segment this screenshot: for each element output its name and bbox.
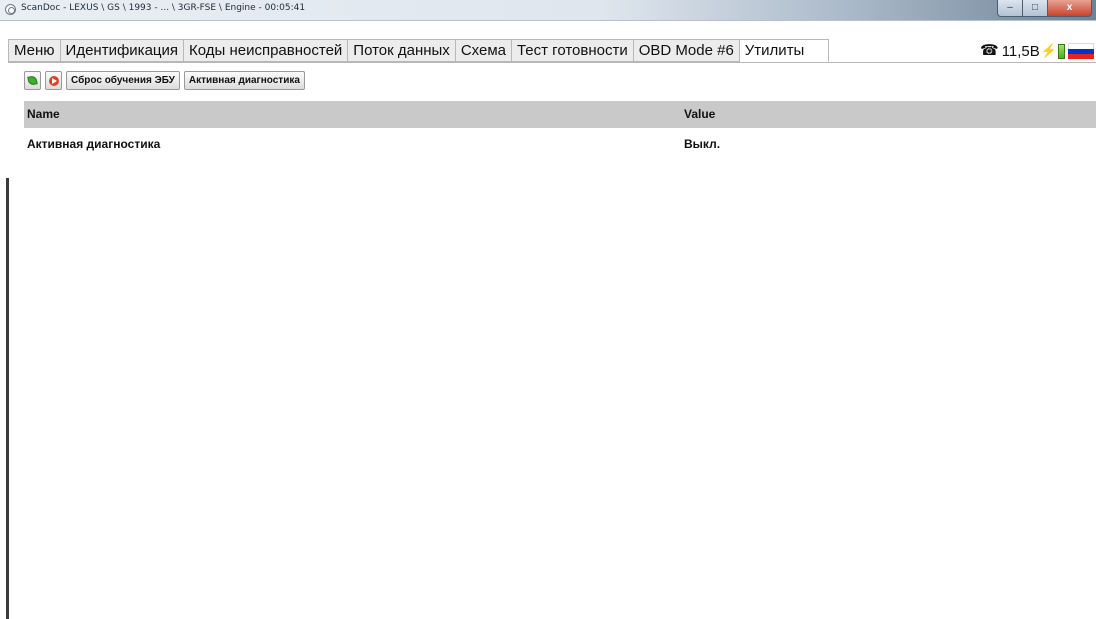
tab-utilities[interactable]: Утилиты	[739, 39, 830, 62]
battery-voltage: 11,5В	[1001, 42, 1040, 60]
left-border-bar	[6, 178, 9, 619]
app-icon	[5, 4, 16, 15]
window-controls: – □ x	[997, 0, 1092, 18]
row-value-cell: Выкл.	[684, 137, 721, 151]
table-row[interactable]: Активная диагностика Выкл.	[24, 132, 1096, 156]
row-name-cell: Активная диагностика	[27, 137, 161, 151]
power-plug-icon: ⚡	[1040, 43, 1057, 58]
window-title: ScanDoc - LEXUS \ GS \ 1993 - ... \ 3GR-…	[21, 3, 306, 13]
tab-identification[interactable]: Идентификация	[60, 39, 185, 62]
leaf-icon	[27, 75, 38, 86]
active-diagnostics-button[interactable]: Активная диагностика	[183, 71, 305, 90]
toolbar: Сброс обучения ЭБУ Активная диагностика	[24, 70, 309, 91]
phone-icon: ☎	[980, 42, 999, 59]
exit-arrow-icon	[48, 75, 59, 86]
flag-stripe-red	[1067, 54, 1094, 60]
table-header: Name Value	[24, 101, 1096, 128]
tab-readiness-test[interactable]: Тест готовности	[511, 39, 634, 62]
green-leaf-button[interactable]	[24, 71, 41, 90]
maximize-button[interactable]: □	[1023, 0, 1048, 17]
tab-fault-codes[interactable]: Коды неисправностей	[184, 39, 349, 62]
column-header-name[interactable]: Name	[27, 101, 60, 128]
tabstrip-divider	[8, 62, 1096, 63]
tab-menu[interactable]: Меню	[8, 39, 61, 62]
tab-data-stream[interactable]: Поток данных	[348, 39, 456, 62]
column-header-value[interactable]: Value	[684, 101, 715, 128]
russian-flag-icon	[1067, 42, 1094, 60]
main-tabs: Меню Идентификация Коды неисправностей П…	[8, 39, 830, 62]
tab-obd-mode-6[interactable]: OBD Mode #6	[633, 39, 740, 62]
title-bar: ScanDoc - LEXUS \ GS \ 1993 - ... \ 3GR-…	[0, 0, 1096, 21]
window-left-edge	[0, 0, 9, 619]
minimize-button[interactable]: –	[997, 0, 1023, 17]
exit-button[interactable]	[45, 71, 62, 90]
status-area: ☎ 11,5В ⚡	[980, 40, 1094, 62]
tab-schema[interactable]: Схема	[455, 39, 512, 62]
close-button[interactable]: x	[1048, 0, 1092, 17]
battery-icon	[1057, 43, 1065, 59]
ecu-reset-learning-button[interactable]: Сброс обучения ЭБУ	[66, 71, 180, 90]
